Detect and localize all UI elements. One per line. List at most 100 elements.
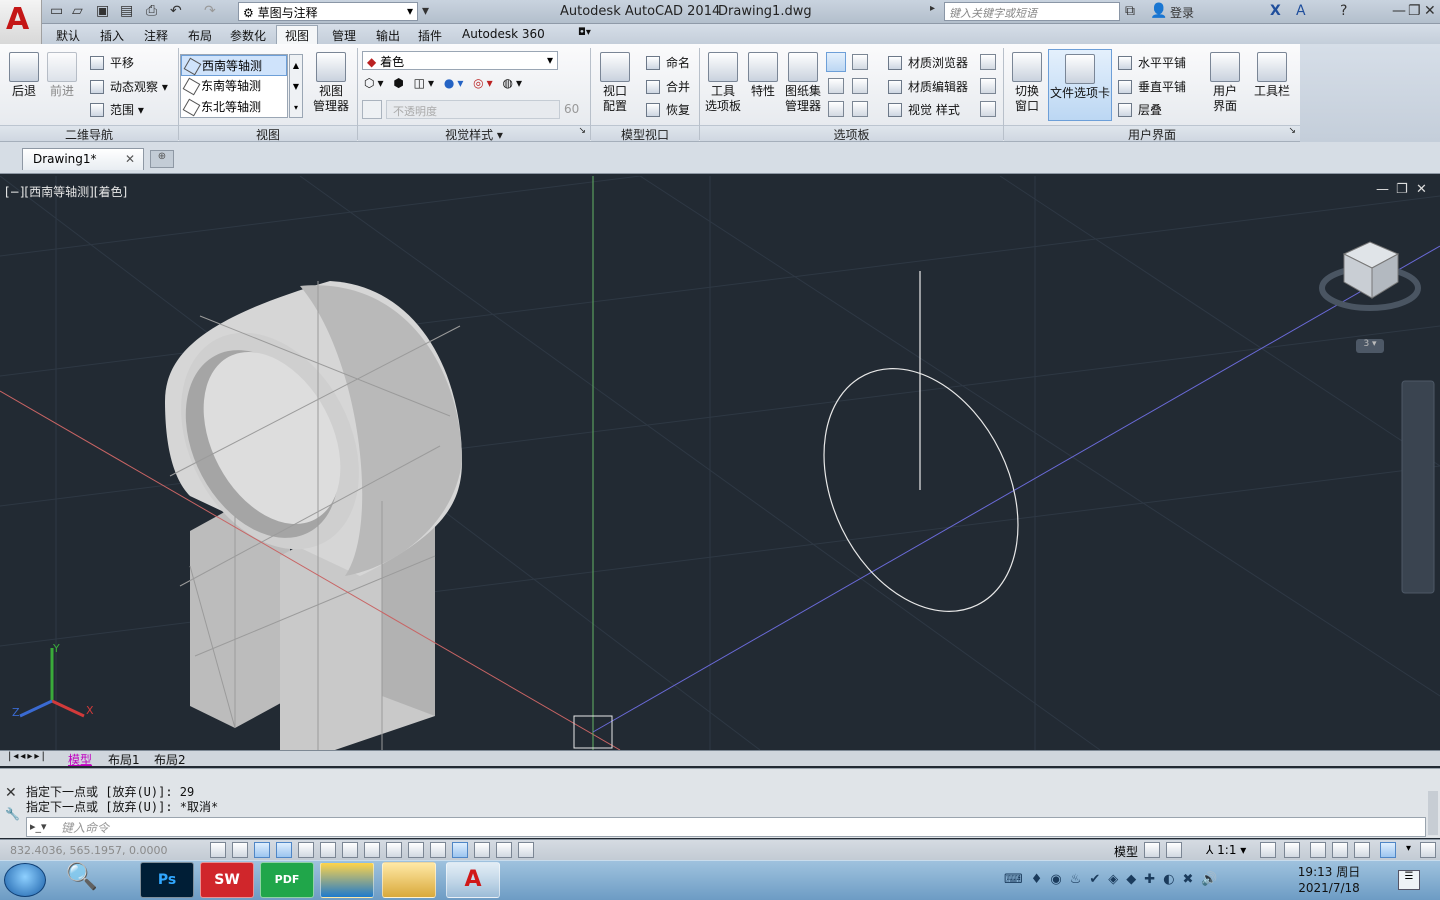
- save-icon[interactable]: ▣: [96, 3, 109, 19]
- 3d-solid-part[interactable]: [145, 281, 462, 750]
- system-tray-icons[interactable]: ⌨♦◉♨✔◈◆✚◐✖🔊: [1004, 872, 1226, 887]
- object-snap-icon[interactable]: [320, 842, 336, 858]
- search-expand-icon[interactable]: ▸: [930, 3, 935, 14]
- dynamic-ucs-icon[interactable]: [386, 842, 402, 858]
- lock-icon[interactable]: [1332, 842, 1348, 858]
- command-prompt-icon[interactable]: ▸_▾: [30, 820, 47, 833]
- taskbar-solidworks[interactable]: SW: [200, 862, 254, 898]
- snap-mode-icon[interactable]: [232, 842, 248, 858]
- application-menu-button[interactable]: A: [0, 0, 42, 44]
- tool-palettes-button[interactable]: 工具 选项板: [703, 52, 743, 114]
- material-browser-button[interactable]: 材质浏览器: [888, 54, 968, 71]
- back-button[interactable]: 后退: [6, 52, 42, 99]
- sphere-icon[interactable]: ◍▾: [503, 76, 526, 90]
- drawing-viewport[interactable]: Y X Z [−][西南等轴测][着色] 3 ▾ — ❐ ✕: [0, 176, 1440, 750]
- minimize-icon[interactable]: —: [1392, 3, 1406, 19]
- tab-output[interactable]: 输出: [368, 26, 408, 45]
- quick-view-drawings-icon[interactable]: [1166, 842, 1182, 858]
- join-viewport-button[interactable]: 合并: [646, 78, 690, 95]
- workspace-select[interactable]: ⚙ 草图与注释 ▾: [238, 2, 418, 21]
- login-link[interactable]: 登录: [1170, 4, 1194, 21]
- layout-nav-arrows-icon[interactable]: |◂◂▸▸|: [4, 751, 51, 762]
- infer-constraints-icon[interactable]: [210, 842, 226, 858]
- search-input[interactable]: 键入关键字或短语: [944, 2, 1120, 21]
- model-space-toggle[interactable]: 模型: [1114, 843, 1138, 860]
- visual-style-select[interactable]: ◆ 着色 ▾: [362, 51, 558, 70]
- tab-default[interactable]: 默认: [48, 26, 88, 45]
- restore-viewport-button[interactable]: 恢复: [646, 101, 690, 118]
- command-customize-icon[interactable]: 🔧: [5, 807, 20, 821]
- layout-tab-model[interactable]: 模型: [64, 751, 96, 768]
- viewport-close-icon[interactable]: ✕: [1416, 182, 1427, 197]
- layout-tab-1[interactable]: 布局1: [104, 751, 144, 768]
- material-icon[interactable]: ◎▾: [473, 76, 496, 90]
- restore-icon[interactable]: ❐: [1408, 3, 1421, 19]
- print-icon[interactable]: ⎙: [146, 3, 157, 19]
- polar-tracking-icon[interactable]: [298, 842, 314, 858]
- viewport-restore-icon[interactable]: ❐: [1396, 182, 1408, 197]
- palette-toggle-6[interactable]: [852, 101, 868, 117]
- viewcube[interactable]: [1319, 241, 1421, 311]
- ortho-mode-icon[interactable]: [276, 842, 292, 858]
- auto-scale-icon[interactable]: [1284, 842, 1300, 858]
- taskbar-explorer[interactable]: [382, 862, 436, 898]
- model-space-canvas[interactable]: Y X Z: [0, 176, 1440, 750]
- quick-view-layouts-icon[interactable]: [1144, 842, 1160, 858]
- dynamic-input-icon[interactable]: [408, 842, 424, 858]
- hardware-acceleration-icon[interactable]: [1354, 842, 1370, 858]
- new-icon[interactable]: ▭: [50, 3, 63, 19]
- forward-button[interactable]: 前进: [44, 52, 80, 99]
- search-app-icon[interactable]: 🔍: [62, 862, 102, 898]
- taskbar-photoshop[interactable]: Ps: [140, 862, 194, 898]
- views-gallery-scrollbar[interactable]: ▲ ▼ ▾: [289, 54, 303, 118]
- a360-icon[interactable]: A: [1296, 3, 1306, 19]
- status-menu-icon[interactable]: ▾: [1406, 843, 1411, 854]
- tab-view[interactable]: 视图: [276, 25, 319, 44]
- view-item-sw-iso[interactable]: 西南等轴测: [181, 55, 287, 76]
- user-icon[interactable]: 👤: [1150, 3, 1167, 19]
- object-snap-tracking-icon[interactable]: [364, 842, 380, 858]
- help-icon[interactable]: ?: [1340, 3, 1347, 19]
- annotation-monitor-icon[interactable]: [518, 842, 534, 858]
- named-viewport-button[interactable]: 命名: [646, 54, 690, 71]
- command-close-icon[interactable]: ✕: [5, 785, 17, 801]
- tab-options-icon[interactable]: ◘▾: [570, 26, 599, 39]
- doc-tab-drawing1[interactable]: Drawing1* ✕: [22, 148, 144, 170]
- transparency-icon[interactable]: [452, 842, 468, 858]
- viewport-config-button[interactable]: 视口 配置: [596, 52, 634, 114]
- layout-tab-2[interactable]: 布局2: [150, 751, 190, 768]
- annotation-scale[interactable]: ⅄ 1:1 ▾: [1206, 843, 1246, 857]
- view-item-se-iso[interactable]: 东南等轴测: [181, 76, 287, 97]
- tile-vertical-button[interactable]: 垂直平铺: [1118, 78, 1186, 95]
- lighting-icon[interactable]: ●▾: [444, 76, 467, 90]
- panel-launcher-icon[interactable]: ↘: [578, 126, 586, 136]
- undo-icon[interactable]: ↶: [170, 3, 182, 19]
- file-tabs-button[interactable]: 文件选项卡: [1048, 49, 1112, 121]
- pan-button[interactable]: 平移: [90, 54, 134, 71]
- tab-insert[interactable]: 插入: [92, 26, 132, 45]
- palette-extra-3[interactable]: [980, 101, 996, 117]
- switch-windows-button[interactable]: 切换 窗口: [1008, 52, 1046, 114]
- tab-manage[interactable]: 管理: [324, 26, 364, 45]
- annotation-visibility-icon[interactable]: [1260, 842, 1276, 858]
- material-editor-button[interactable]: 材质编辑器: [888, 78, 968, 95]
- save-as-icon[interactable]: ▤: [120, 3, 133, 19]
- user-interface-button[interactable]: 用户 界面: [1206, 52, 1244, 114]
- cascade-button[interactable]: 层叠: [1118, 101, 1162, 118]
- tab-parametric[interactable]: 参数化: [222, 26, 274, 45]
- tab-autodesk-360[interactable]: Autodesk 360: [454, 26, 553, 42]
- view-manager-button[interactable]: 视图 管理器: [308, 52, 354, 114]
- binoculars-icon[interactable]: ⧉: [1125, 3, 1135, 19]
- orbit-button[interactable]: 动态观察 ▾: [90, 78, 168, 95]
- xray-icon[interactable]: ⬢: [393, 76, 406, 90]
- opacity-icon[interactable]: [362, 100, 382, 119]
- palette-extra-1[interactable]: [980, 54, 996, 70]
- navigation-bar[interactable]: [1401, 380, 1435, 594]
- shadow-icon[interactable]: ◫▾: [414, 76, 437, 90]
- properties-button[interactable]: 特性: [746, 52, 780, 99]
- sheetset-button[interactable]: 图纸集 管理器: [782, 52, 824, 114]
- palette-toggle-1[interactable]: [826, 52, 846, 72]
- selection-cycling-icon[interactable]: [496, 842, 512, 858]
- toolbars-button[interactable]: 工具栏: [1250, 52, 1294, 99]
- command-scrollbar[interactable]: [1428, 791, 1438, 835]
